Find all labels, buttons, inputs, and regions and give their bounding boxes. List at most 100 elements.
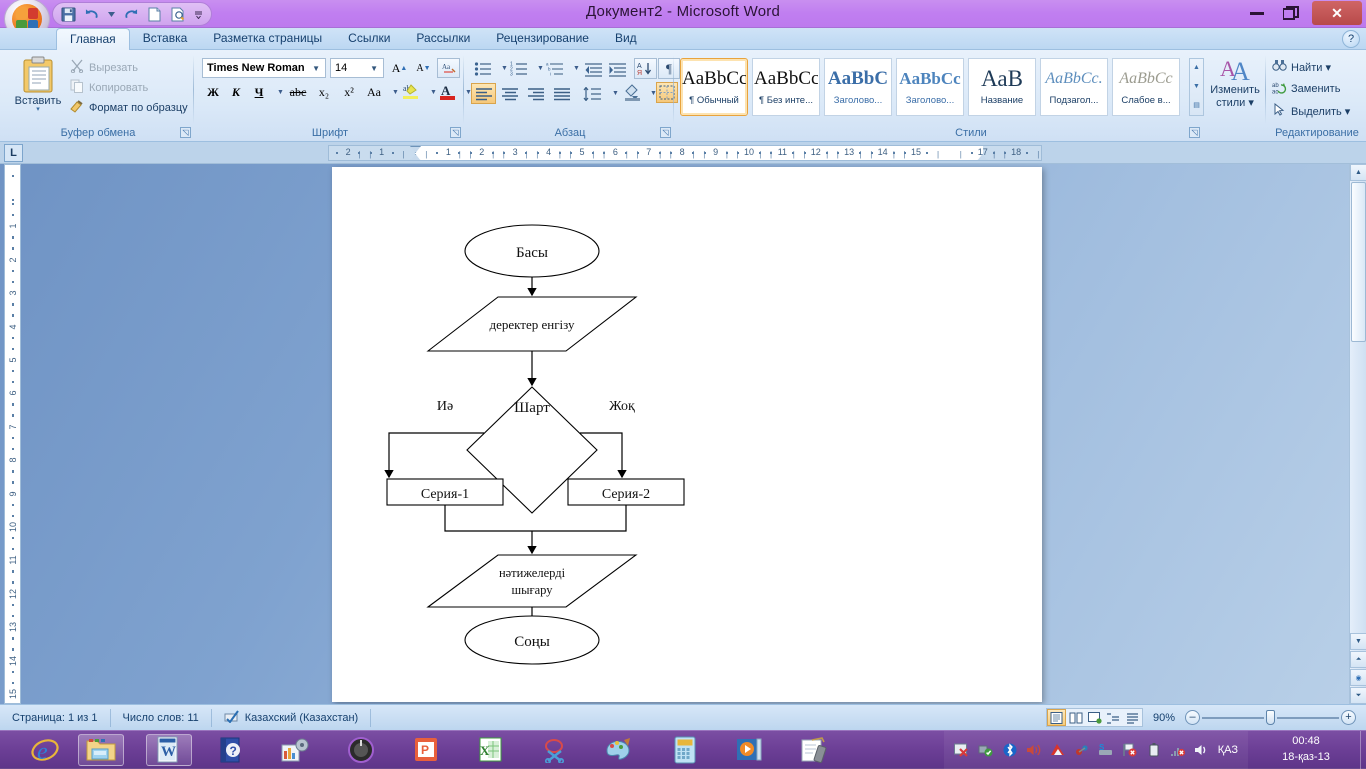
paint-icon[interactable]	[596, 734, 642, 766]
select-browse-object-button[interactable]: ◉	[1350, 669, 1366, 686]
change-styles-button[interactable]: A A Изменить стили ▾	[1206, 56, 1264, 120]
borders-button[interactable]	[656, 82, 678, 103]
flag-error-icon[interactable]	[1122, 742, 1138, 758]
sort-button[interactable]: AЯ	[634, 58, 657, 79]
battery-icon[interactable]	[1146, 742, 1162, 758]
cut-button[interactable]: Вырезать	[70, 58, 138, 77]
shading-button[interactable]	[620, 82, 644, 103]
vertical-ruler[interactable]: 1 2 3 4 5 6 7 8 9 10 11 12 13 14 15	[4, 164, 21, 704]
chart-tool-icon[interactable]	[272, 734, 318, 766]
style-subtle-emphasis[interactable]: AaBbCc Слабое в...	[1112, 58, 1180, 116]
help-icon[interactable]: ?	[1342, 30, 1360, 48]
shrink-font-button[interactable]: A ▼	[412, 58, 435, 78]
internet-explorer-icon[interactable]: e	[22, 734, 68, 766]
paste-caret-icon[interactable]: ▾	[36, 106, 40, 113]
style-subtitle[interactable]: AaBbCc. Подзагол...	[1040, 58, 1108, 116]
vertical-scrollbar[interactable]: ▲ ▼ ⏶ ◉ ⏷	[1349, 164, 1366, 704]
scroll-up-button[interactable]: ▲	[1350, 164, 1366, 181]
full-screen-reading-view-button[interactable]	[1066, 709, 1085, 726]
select-button[interactable]: Выделить ▾	[1272, 101, 1350, 121]
print-layout-view-button[interactable]	[1047, 709, 1066, 726]
zoom-in-button[interactable]: +	[1341, 710, 1356, 725]
volume-icon[interactable]	[1026, 742, 1042, 758]
language-indicator-tray[interactable]: ҚАЗ	[1218, 744, 1238, 756]
antivirus-icon[interactable]	[1050, 742, 1066, 758]
format-painter-button[interactable]: Формат по образцу	[70, 98, 188, 117]
styles-gallery-scrollbar[interactable]: ▲ ▼ ▤	[1189, 58, 1204, 116]
close-button[interactable]: ✕	[1312, 1, 1362, 25]
font-size-input[interactable]: 14 ▼	[330, 58, 384, 78]
numbering-button[interactable]: 123	[507, 58, 531, 79]
italic-button[interactable]: К	[225, 82, 247, 103]
align-right-button[interactable]	[523, 83, 548, 104]
font-dialog-launcher[interactable]: ◹	[450, 127, 461, 138]
align-center-button[interactable]	[497, 83, 522, 104]
justify-button[interactable]	[549, 83, 574, 104]
paragraph-dialog-launcher[interactable]: ◹	[660, 127, 671, 138]
scroll-thumb[interactable]	[1351, 182, 1366, 342]
tab-stop-selector[interactable]: L	[4, 144, 23, 162]
font-color-button[interactable]: A	[436, 81, 459, 102]
subscript-button[interactable]: x₂	[312, 82, 336, 103]
flowchart-diagram[interactable]: Басы деректер енгізу Шарт Иә Жоқ Серия-1…	[332, 167, 1042, 702]
help-icon[interactable]: ?	[208, 734, 254, 766]
word-count[interactable]: Число слов: 11	[111, 708, 212, 727]
tab-view[interactable]: Вид	[602, 28, 650, 50]
skype-icon[interactable]: S	[1098, 742, 1114, 758]
language-indicator[interactable]: Казахский (Казахстан)	[212, 708, 372, 727]
tab-page-layout[interactable]: Разметка страницы	[200, 28, 335, 50]
minimize-button[interactable]	[1240, 2, 1274, 24]
bullets-button[interactable]	[471, 58, 495, 79]
tab-mailings[interactable]: Рассылки	[403, 28, 483, 50]
styles-dialog-launcher[interactable]: ◹	[1189, 127, 1200, 138]
page-indicator[interactable]: Страница: 1 из 1	[0, 708, 111, 727]
copy-button[interactable]: Копировать	[70, 78, 148, 97]
speaker-icon[interactable]	[1194, 742, 1210, 758]
tab-home[interactable]: Главная	[56, 28, 130, 50]
previous-page-button[interactable]: ⏶	[1350, 651, 1366, 668]
strikethrough-button[interactable]: abc	[285, 82, 311, 103]
clear-formatting-button[interactable]: Aa	[437, 58, 460, 78]
decrease-indent-button[interactable]	[582, 58, 606, 79]
horizontal-ruler[interactable]: 2 | 1 | | 1 | | 2 | | 3 | | 4 | | 5 | | 6 | | 7 | | 8 | | 9 | | 10 | | 11 | |…	[328, 145, 1042, 161]
underline-button[interactable]: Ч	[248, 82, 270, 103]
maximize-button[interactable]	[1274, 2, 1308, 24]
clock[interactable]: 00:48 18-қаз-13	[1254, 733, 1358, 765]
increase-indent-button[interactable]	[606, 58, 630, 79]
tab-review[interactable]: Рецензирование	[483, 28, 602, 50]
line-spacing-button[interactable]	[580, 83, 606, 104]
font-name-input[interactable]: Times New Roman ▼	[202, 58, 326, 78]
style-no-spacing[interactable]: AaBbCс ¶ Без инте...	[752, 58, 820, 116]
style-heading-2[interactable]: AaBbCc Заголово...	[896, 58, 964, 116]
clipboard-dialog-launcher[interactable]: ◹	[180, 127, 191, 138]
show-desktop-button[interactable]	[1360, 731, 1366, 769]
next-page-button[interactable]: ⏷	[1350, 687, 1366, 704]
video-icon[interactable]	[726, 734, 772, 766]
document-page[interactable]: Басы деректер енгізу Шарт Иә Жоқ Серия-1…	[332, 167, 1042, 702]
tab-references[interactable]: Ссылки	[335, 28, 403, 50]
font-size-dropdown-icon[interactable]: ▼	[367, 64, 381, 73]
grow-font-button[interactable]: A ▲	[388, 58, 411, 78]
powerpoint-icon[interactable]: P	[404, 734, 450, 766]
excel-icon[interactable]: X	[468, 734, 514, 766]
zoom-out-button[interactable]: –	[1185, 710, 1200, 725]
tab-insert[interactable]: Вставка	[130, 28, 201, 50]
styles-scroll-down-icon[interactable]: ▼	[1190, 78, 1203, 96]
replace-button[interactable]: ab ac Заменить	[1272, 79, 1340, 99]
superscript-button[interactable]: x²	[337, 82, 361, 103]
calculator-icon[interactable]	[662, 734, 708, 766]
snipping-tool-icon[interactable]	[534, 734, 580, 766]
windows-explorer-icon[interactable]	[78, 734, 124, 766]
draft-view-button[interactable]	[1123, 709, 1142, 726]
text-highlight-button[interactable]: ab	[399, 81, 423, 102]
multilevel-list-button[interactable]: abi	[543, 58, 567, 79]
network-disconnected-icon[interactable]	[1170, 742, 1186, 758]
web-layout-view-button[interactable]	[1085, 709, 1104, 726]
network-error-icon[interactable]	[954, 742, 970, 758]
notes-icon[interactable]	[792, 734, 838, 766]
device-icon[interactable]	[1074, 742, 1090, 758]
styles-scroll-up-icon[interactable]: ▲	[1190, 59, 1203, 77]
font-name-dropdown-icon[interactable]: ▼	[309, 64, 323, 73]
paste-button[interactable]: Вставить ▾	[10, 56, 66, 118]
styles-more-icon[interactable]: ▤	[1190, 97, 1203, 115]
